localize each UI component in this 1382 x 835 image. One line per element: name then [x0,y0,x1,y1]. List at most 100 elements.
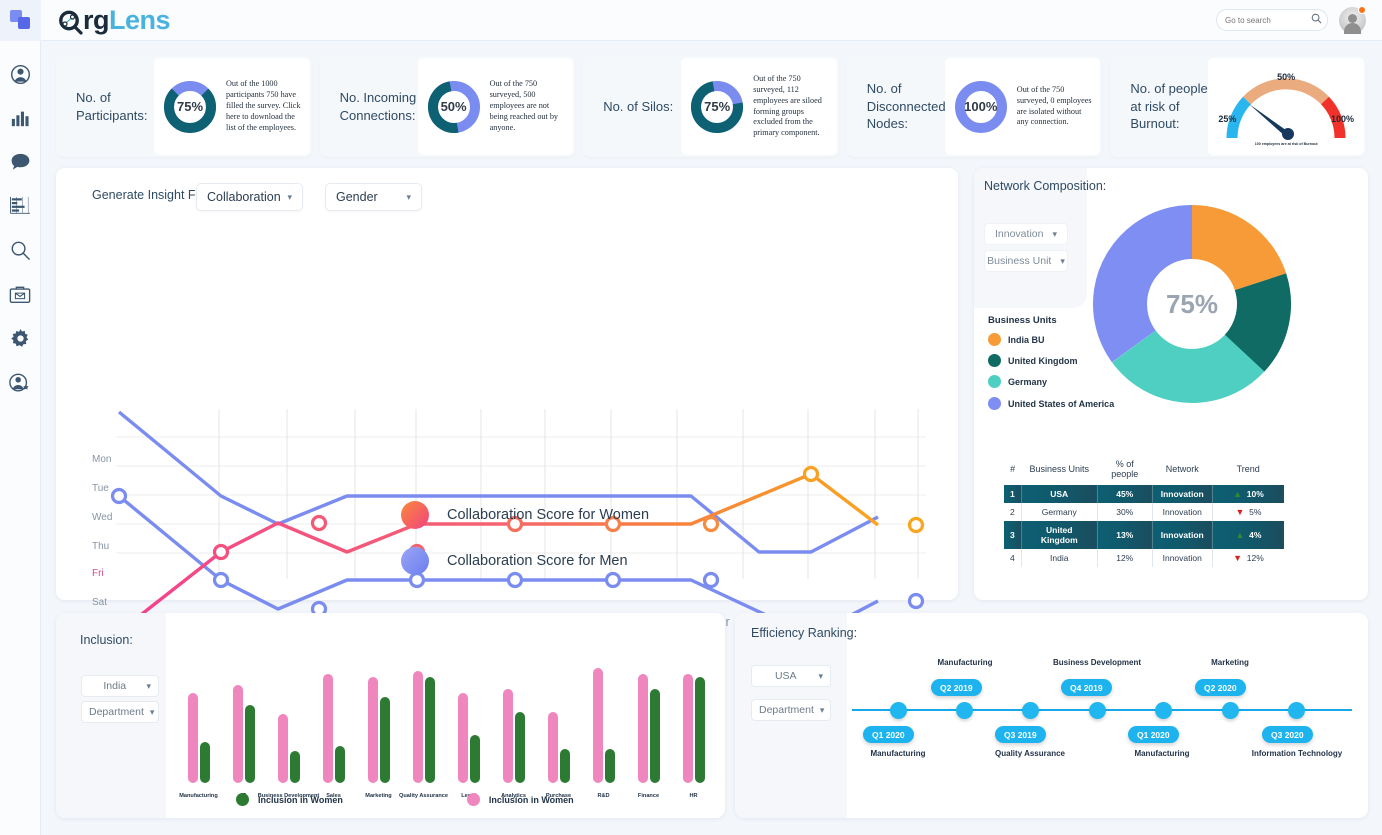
bar-group-analytics: Analytics [491,668,536,799]
timeline-node-6[interactable] [1222,702,1239,719]
kpi-card-burnout[interactable]: No. of people at risk of Burnout: 50% 25… [1110,56,1366,157]
table-row[interactable]: 4 India 12% Innovation ▼ 12% [1004,549,1285,567]
bar-group-hr: HR [671,668,716,799]
bar-group-sales: Sales [311,668,356,799]
bar-group-manufacturing: Manufacturing [176,668,221,799]
chevron-down-icon: ▾ [819,704,825,715]
y-tick-wed: Wed [92,512,113,523]
timeline-caption-2: Manufacturing [937,658,993,667]
donut-chart-incoming: 50% [426,79,482,135]
legend-label-uk: United Kingdom [1008,355,1078,366]
timeline-caption-1: Manufacturing [870,749,926,758]
bar-group-purchase: Purchase [536,668,581,799]
timeline-pill-3[interactable]: Q3 2019 [995,726,1046,743]
legend-label-women: Collaboration Score for Women [447,507,650,523]
bar-green [694,677,705,783]
kpi-card-participants[interactable]: No. of Participants: 75% Out of the 1000… [56,56,312,157]
cell-unit: USA [1020,485,1098,503]
timeline-pill-4[interactable]: Q4 2019 [1061,679,1112,696]
sidebar-item-report[interactable] [5,191,35,221]
bar-green [199,741,210,783]
efficiency-ranking-panel: Efficiency Ranking: USA ▾ Department ▾ Q… [735,613,1368,818]
generate-insight-title: Generate Insight For: [92,188,211,202]
sidebar-item-profile[interactable] [5,59,35,89]
cell-network: Innovation [1151,521,1213,549]
efficiency-ranking-title: Efficiency Ranking: [751,626,858,640]
timeline-pill-2[interactable]: Q2 2019 [931,679,982,696]
inclusion-country-dropdown[interactable]: India ▾ [81,675,159,697]
timeline-node-5[interactable] [1155,702,1172,719]
timeline-node-4[interactable] [1089,702,1106,719]
dimension-dropdown[interactable]: Gender ▾ [325,183,422,211]
legend-swatch-men [401,547,429,575]
metric-dropdown[interactable]: Collaboration ▾ [196,183,303,211]
sidebar-item-analytics[interactable] [5,103,35,133]
bar-label: Finance [637,793,660,799]
timeline-caption-3: Quality Assurance [995,749,1065,758]
avatar[interactable] [1339,5,1366,34]
network-donut-center-label: 75% [1165,288,1219,319]
cell-pct: 45% [1096,485,1153,503]
bar-pink [637,673,648,783]
table-row[interactable]: 3 United Kingdom 13% Innovation ▲ 4% [1004,521,1285,549]
legend-swatch-uk [988,354,1001,367]
inclusion-country-value: India [103,680,127,692]
bar-group-marketing: Marketing [356,668,401,799]
bar-group-rd: R&D [581,668,626,799]
timeline-pill-5[interactable]: Q1 2020 [1128,726,1179,743]
cell-rank: 1 [1004,485,1022,503]
metric-dropdown-value: Collaboration [207,190,281,204]
inclusion-bar-chart: Manufacturing IT Business Development Sa… [176,668,716,799]
table-header-row: # Business Units % of people Network Tre… [1004,456,1284,485]
table-row[interactable]: 1 USA 45% Innovation ▲ 10% [1004,485,1285,503]
kpi-card-silos[interactable]: No. of Silos: 75% Out of the 750 surveye… [583,56,839,157]
sidebar-item-user-admin[interactable] [5,367,35,397]
sidebar-item-search[interactable] [5,235,35,265]
user-admin-icon [9,373,29,391]
legend-item-green: Inclusion in Women [236,793,343,806]
timeline-pill-6[interactable]: Q2 2020 [1195,679,1246,696]
cell-trend: 10% [1246,489,1264,499]
kpi-card-disconnected-nodes[interactable]: No. of Disconnected Nodes: 100% Out of t… [846,56,1103,157]
sidebar [0,41,41,835]
y-tick-thu: Thu [92,541,110,552]
timeline-node-2[interactable] [956,702,973,719]
th-trend: Trend [1236,464,1260,474]
legend-swatch-pink [466,793,480,806]
business-unit-dropdown[interactable]: Business Unit ▾ [984,250,1068,272]
table-row[interactable]: 2 Germany 30% Innovation ▼ 5% [1004,503,1285,521]
bar-pink [412,671,423,783]
chevron-down-icon: ▾ [406,191,411,202]
cell-network: Innovation [1151,503,1213,521]
inclusion-department-dropdown[interactable]: Department ▾ [81,701,159,723]
kpi-card-incoming-connections[interactable]: No. Incoming Connections: 50% Out of the… [319,56,576,157]
bar-pink [592,668,603,783]
search-box[interactable] [1216,9,1328,31]
efficiency-country-dropdown[interactable]: USA ▾ [751,665,831,687]
timeline-node-3[interactable] [1022,702,1039,719]
timeline-pill-7[interactable]: Q3 2020 [1262,726,1313,743]
bar-pink [232,685,243,783]
timeline-node-7[interactable] [1288,702,1305,719]
bar-green [334,746,345,783]
legend-label-pink: Inclusion in Women [488,794,574,805]
efficiency-department-value: Department [759,704,814,716]
kpi-value: 50% [440,99,467,114]
bar-label: HR [689,793,698,799]
network-type-dropdown[interactable]: Innovation ▾ [984,223,1068,245]
search-icon [11,241,30,260]
app-logo-tile[interactable] [0,0,41,41]
timeline-node-1[interactable] [890,702,907,719]
search-icon[interactable] [1311,13,1322,27]
sidebar-item-settings[interactable] [5,323,35,353]
search-input[interactable] [1225,15,1311,25]
sidebar-item-mail[interactable] [5,279,35,309]
network-legend-title: Business Units [988,315,1057,326]
sidebar-item-chat[interactable] [5,147,35,177]
timeline-pill-1[interactable]: Q1 2020 [863,726,914,743]
network-donut-chart: 75% [1092,204,1292,404]
bar-pink [547,711,558,783]
cell-trend: 5% [1249,507,1262,517]
efficiency-department-dropdown[interactable]: Department ▾ [751,699,831,721]
legend-swatch-india [988,333,1001,346]
